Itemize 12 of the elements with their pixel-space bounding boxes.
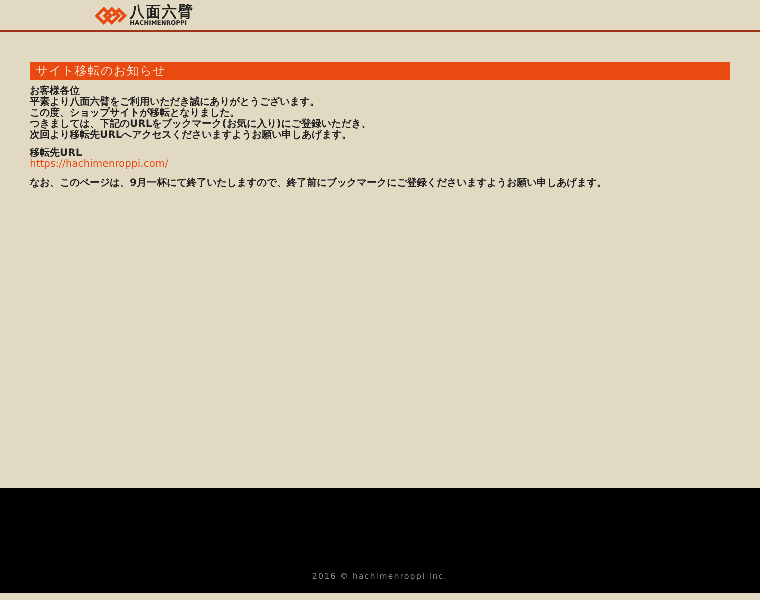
logo-icon	[95, 6, 127, 26]
copyright-text: 2016 © hachimenroppi Inc.	[312, 571, 448, 583]
closing-text: なお、このページは、9月一杯にて終了いたしますので、終了前にブックマークにご登録くださいますようお願い申しあげます。	[30, 178, 608, 189]
body-text: この度、ショップサイトが移転となりました。	[30, 108, 241, 119]
body-text: 平素より八面六臂をご利用いただき誠にありがとうございます。	[30, 97, 321, 108]
logo-text: 八面六臂	[130, 5, 194, 20]
body-text: つきましては、下記のURLをブックマーク(お気に入り)にご登録いただき、	[30, 119, 372, 130]
greeting: お客様各位	[30, 86, 80, 97]
url-label: 移転先URL	[30, 148, 84, 159]
url-link[interactable]: https://hachimenroppi.com/	[30, 159, 169, 170]
body-text: 次回より移転先URLへアクセスくださいますようお願い申しあげます。	[30, 130, 354, 141]
notice-title: サイト移転のお知らせ	[30, 62, 730, 80]
